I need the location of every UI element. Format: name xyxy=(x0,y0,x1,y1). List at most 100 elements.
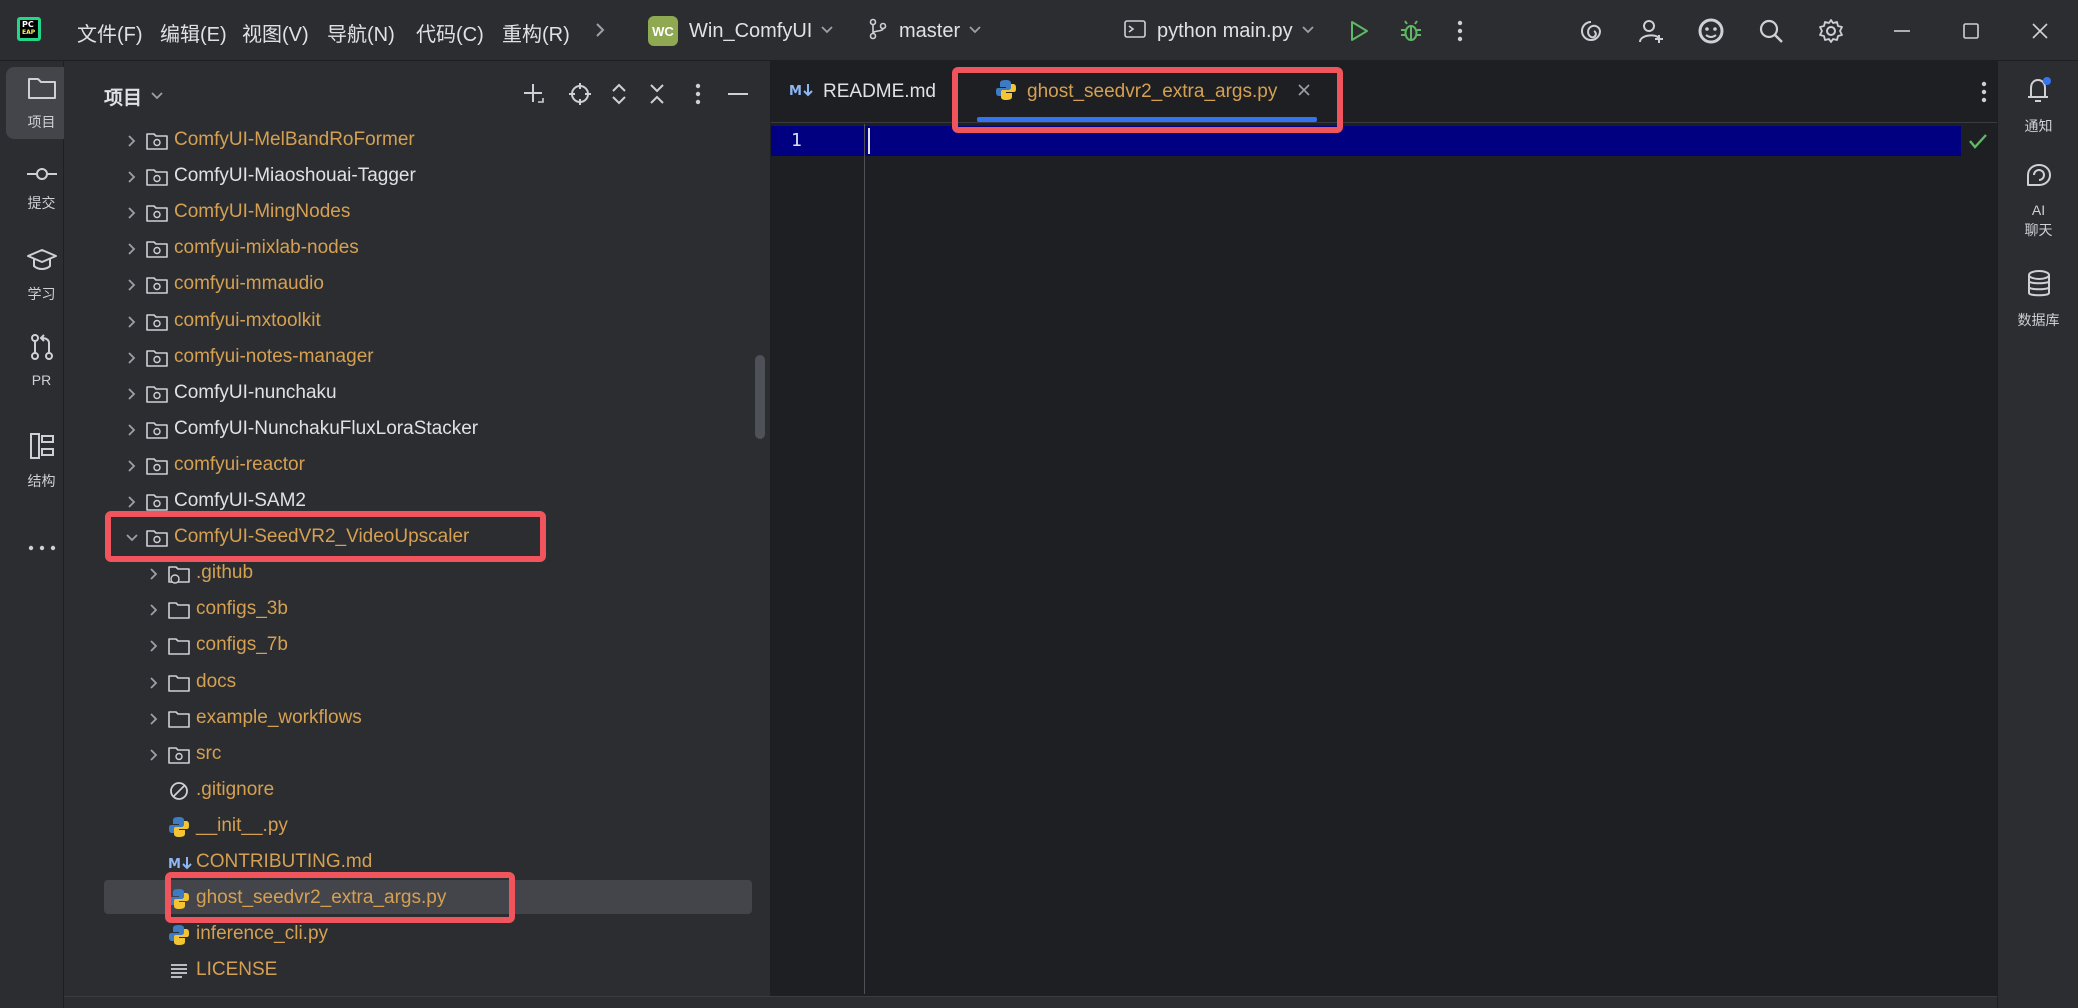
expand-all-icon[interactable] xyxy=(602,77,636,111)
svg-text:M: M xyxy=(789,84,802,98)
tree-row[interactable]: ComfyUI-MingNodes xyxy=(64,195,764,231)
tree-item-label: ComfyUI-nunchaku xyxy=(174,382,337,403)
chevron-down-icon xyxy=(150,86,164,108)
tree-row[interactable]: LICENSE xyxy=(64,953,764,989)
tree-item-label: ComfyUI-SAM2 xyxy=(174,490,306,511)
inspection-ok-check-icon[interactable] xyxy=(1967,130,1989,152)
chevron-right-icon[interactable] xyxy=(124,350,140,366)
add-user-icon[interactable] xyxy=(1634,14,1668,48)
chevron-right-icon[interactable] xyxy=(124,169,140,185)
tree-row[interactable]: configs_7b xyxy=(64,628,764,664)
run-icon[interactable] xyxy=(1342,14,1376,48)
module-folder-icon xyxy=(146,491,168,513)
module-folder-icon xyxy=(146,202,168,224)
ai-chat-button[interactable]: AI 聊天 xyxy=(1998,161,2078,240)
python-file-icon xyxy=(168,816,190,838)
chevron-right-icon[interactable] xyxy=(124,277,140,293)
current-line-highlight xyxy=(771,126,1961,156)
menu-refactor[interactable]: 重构(R) xyxy=(502,18,570,47)
maximize-window-icon[interactable] xyxy=(1954,14,1988,48)
vcs-branch-widget[interactable]: master xyxy=(868,14,982,48)
tree-row[interactable]: ComfyUI-nunchaku xyxy=(64,376,764,412)
tree-row[interactable]: src xyxy=(64,737,764,773)
debug-icon[interactable] xyxy=(1394,14,1428,48)
chevron-right-icon[interactable] xyxy=(146,675,162,691)
tree-item-label: comfyui-mxtoolkit xyxy=(174,310,321,331)
minimize-window-icon[interactable] xyxy=(1885,14,1919,48)
tree-item-label: LICENSE xyxy=(196,959,278,980)
tree-scrollbar[interactable] xyxy=(755,355,765,439)
project-view-selector[interactable]: 项目 xyxy=(104,83,164,110)
tree-item-label: ComfyUI-Miaoshouai-Tagger xyxy=(174,165,416,186)
chevron-right-icon[interactable] xyxy=(124,422,140,438)
menu-edit[interactable]: 编辑(E) xyxy=(160,18,227,47)
tree-item-label: example_workflows xyxy=(196,707,362,728)
chevron-right-icon[interactable] xyxy=(124,133,140,149)
settings-gear-icon[interactable] xyxy=(1814,14,1848,48)
new-file-icon[interactable] xyxy=(516,77,550,111)
ai-assistant-spiral-icon[interactable] xyxy=(1574,14,1608,48)
chevron-right-icon[interactable] xyxy=(146,711,162,727)
code-with-me-icon[interactable] xyxy=(1694,14,1728,48)
tree-row[interactable]: __init__.py xyxy=(64,809,764,845)
chevron-right-icon[interactable] xyxy=(146,638,162,654)
project-widget[interactable]: WC Win_ComfyUI xyxy=(648,14,834,48)
tree-row[interactable]: comfyui-notes-manager xyxy=(64,340,764,376)
panel-title: 项目 xyxy=(104,88,143,109)
tree-row[interactable]: configs_3b xyxy=(64,592,764,628)
chevron-right-icon[interactable] xyxy=(146,566,162,582)
tree-item-label: inference_cli.py xyxy=(196,923,329,944)
search-icon[interactable] xyxy=(1754,14,1788,48)
left-tool-window-strip: 项目 提交 学习 PR 结构 xyxy=(0,61,77,1008)
collapse-all-icon[interactable] xyxy=(640,77,674,111)
module-folder-icon xyxy=(146,311,168,333)
bottom-status-area xyxy=(64,996,1997,1008)
database-button[interactable]: 数据库 xyxy=(1998,269,2078,330)
hide-panel-icon[interactable] xyxy=(721,77,755,111)
module-folder-icon xyxy=(168,744,190,766)
tree-row[interactable]: docs xyxy=(64,665,764,701)
close-window-icon[interactable] xyxy=(2023,14,2057,48)
menu-navigate[interactable]: 导航(N) xyxy=(327,18,395,47)
tree-row[interactable]: comfyui-reactor xyxy=(64,448,764,484)
tree-row[interactable]: comfyui-mxtoolkit xyxy=(64,304,764,340)
tree-row[interactable]: ComfyUI-NunchakuFluxLoraStacker xyxy=(64,412,764,448)
code-editor[interactable]: 1 xyxy=(771,124,1997,1008)
tree-row[interactable]: comfyui-mixlab-nodes xyxy=(64,231,764,267)
chevron-right-icon[interactable] xyxy=(124,241,140,257)
tree-row[interactable]: example_workflows xyxy=(64,701,764,737)
chevron-right-icon[interactable] xyxy=(124,386,140,402)
pycharm-logo-icon[interactable]: PC EAP xyxy=(17,17,41,41)
menu-code[interactable]: 代码(C) xyxy=(416,18,484,47)
highlight-box-seedvr2-folder xyxy=(105,511,546,562)
line-number: 1 xyxy=(791,130,802,151)
menu-file[interactable]: 文件(F) xyxy=(77,18,143,47)
options-more-icon[interactable] xyxy=(681,77,715,111)
chevron-right-icon[interactable] xyxy=(124,494,140,510)
notifications-button[interactable]: 通知 xyxy=(1998,75,2078,136)
ai-chat-icon xyxy=(2024,161,2054,194)
tree-row[interactable]: .gitignore xyxy=(64,773,764,809)
tab-readme[interactable]: M README.md xyxy=(789,61,936,123)
tree-row[interactable]: comfyui-mmaudio xyxy=(64,267,764,303)
locate-file-icon[interactable] xyxy=(563,77,597,111)
bell-icon xyxy=(2024,75,2054,110)
more-menus-chevron-icon[interactable] xyxy=(588,14,612,46)
tabs-more-icon[interactable] xyxy=(1967,75,2001,109)
chevron-right-icon[interactable] xyxy=(124,314,140,330)
folder-icon xyxy=(168,708,190,730)
chevron-right-icon[interactable] xyxy=(146,747,162,763)
module-folder-icon xyxy=(146,383,168,405)
chevron-right-icon[interactable] xyxy=(124,458,140,474)
folder-icon xyxy=(27,75,57,106)
title-bar: PC EAP 文件(F) 编辑(E) 视图(V) 导航(N) 代码(C) 重构(R… xyxy=(0,0,2078,61)
chevron-down-icon xyxy=(1301,22,1315,41)
menu-view[interactable]: 视图(V) xyxy=(242,18,309,47)
tree-row[interactable]: ComfyUI-MelBandRoFormer xyxy=(64,123,764,159)
chevron-right-icon[interactable] xyxy=(146,602,162,618)
run-configuration-selector[interactable]: python main.py xyxy=(1124,14,1315,48)
more-actions-icon[interactable] xyxy=(1443,14,1477,48)
tree-row[interactable]: ComfyUI-Miaoshouai-Tagger xyxy=(64,159,764,195)
chevron-right-icon[interactable] xyxy=(124,205,140,221)
more-horizontal-icon xyxy=(28,538,56,556)
